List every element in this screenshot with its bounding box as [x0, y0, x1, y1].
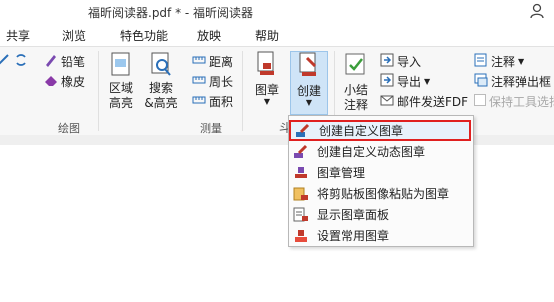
- perimeter-icon: [192, 73, 206, 90]
- search-highlight-button[interactable]: 搜索 &高亮: [142, 51, 180, 111]
- eraser-button[interactable]: 橡皮: [44, 73, 85, 90]
- create-stamp-label: 创建: [296, 84, 321, 98]
- area-highlight-line1: 区域: [108, 81, 133, 95]
- tab-browse[interactable]: 浏览: [62, 27, 86, 44]
- distance-button[interactable]: 距离: [192, 53, 233, 70]
- import-button[interactable]: 导入: [380, 53, 421, 70]
- summary-line1: 小结: [343, 83, 368, 97]
- stamp-pen-icon: [295, 123, 311, 139]
- draw-group-label: 绘图: [58, 122, 80, 135]
- create-stamp-icon: [291, 52, 327, 84]
- menu-item-label: 将剪贴板图像粘贴为图章: [317, 187, 450, 201]
- export-dropdown-arrow-icon: ▼: [424, 77, 431, 86]
- menu-bar: 共享 浏览 特色功能 放映 帮助: [0, 24, 554, 46]
- summary-annotation-button[interactable]: 小结 注释: [338, 51, 374, 113]
- distance-label: 距离: [209, 55, 234, 69]
- search-highlight-line2: &高亮: [144, 96, 178, 110]
- menu-item-show-stamp-panel[interactable]: 显示图章面板: [289, 204, 473, 225]
- menu-item-label: 创建自定义图章: [319, 124, 404, 138]
- stamp-icon: [250, 51, 284, 83]
- export-button[interactable]: 导出 ▼: [380, 73, 430, 90]
- tab-share[interactable]: 共享: [6, 27, 30, 44]
- area-highlight-button[interactable]: 区域 高亮: [104, 51, 138, 111]
- separator: [242, 51, 243, 131]
- email-icon: [380, 93, 394, 110]
- pencil-icon: [44, 53, 58, 70]
- perimeter-label: 周长: [209, 75, 234, 89]
- tab-slideshow[interactable]: 放映: [197, 27, 221, 44]
- clipboard-stamp-icon: [293, 186, 309, 202]
- stamp-dropdown-arrow-icon: ▼: [263, 97, 271, 106]
- keep-tool-checkbox[interactable]: 保持工具选择: [474, 93, 554, 110]
- partial-tool-icon[interactable]: [0, 53, 10, 70]
- menu-item-set-favorite-stamps[interactable]: 设置常用图章: [289, 225, 473, 246]
- measure-group-label: 测量: [200, 122, 222, 135]
- create-stamp-button[interactable]: 创建 ▼: [290, 51, 328, 115]
- create-stamp-dropdown: 创建自定义图章 创建自定义动态图章 图章管理 将剪贴板图像粘贴为图章 显示图章面…: [288, 115, 474, 247]
- title-bar: 福昕阅读器.pdf * - 福昕阅读器: [0, 0, 554, 24]
- search-highlight-line1: 搜索: [148, 81, 173, 95]
- annotation-popup-button[interactable]: 注释弹出框: [474, 73, 551, 90]
- email-fdf-button[interactable]: 邮件发送FDF: [380, 93, 468, 110]
- favorite-stamp-icon: [293, 228, 309, 244]
- summary-icon: [338, 51, 374, 83]
- eraser-icon: [44, 73, 58, 90]
- menu-item-create-dynamic-stamp[interactable]: 创建自定义动态图章: [289, 141, 473, 162]
- menu-item-paste-clipboard-stamp[interactable]: 将剪贴板图像粘贴为图章: [289, 183, 473, 204]
- area-icon: [192, 93, 206, 110]
- stamp-panel-icon: [293, 207, 309, 223]
- annotation-label: 注释: [491, 55, 516, 69]
- stamp-label: 图章: [254, 83, 279, 97]
- stamp-button[interactable]: 图章 ▼: [250, 51, 284, 106]
- tab-features[interactable]: 特色功能: [120, 27, 168, 44]
- tab-help[interactable]: 帮助: [255, 27, 279, 44]
- import-label: 导入: [397, 55, 422, 69]
- menu-item-label: 显示图章面板: [317, 208, 390, 222]
- menu-item-stamp-manager[interactable]: 图章管理: [289, 162, 473, 183]
- eraser-label: 橡皮: [61, 75, 86, 89]
- menu-item-label: 设置常用图章: [317, 229, 390, 243]
- checkbox-icon: [474, 94, 486, 109]
- separator: [98, 51, 99, 131]
- annotation-popup-icon: [474, 73, 488, 90]
- user-icon[interactable]: [530, 3, 544, 22]
- area-highlight-line2: 高亮: [108, 96, 133, 110]
- stamp-manage-icon: [293, 165, 309, 181]
- area-highlight-icon: [104, 51, 138, 81]
- menu-item-label: 图章管理: [317, 166, 366, 180]
- pencil-button[interactable]: 铅笔: [44, 53, 85, 70]
- export-label: 导出: [397, 75, 422, 89]
- menu-item-label: 创建自定义动态图章: [317, 145, 426, 159]
- import-icon: [380, 53, 394, 70]
- partial-sync-icon[interactable]: [14, 53, 28, 70]
- create-dropdown-arrow-icon: ▼: [305, 98, 313, 107]
- window-title: 福昕阅读器.pdf * - 福昕阅读器: [88, 6, 254, 20]
- annotation-button[interactable]: 注释 ▼: [474, 53, 524, 70]
- perimeter-button[interactable]: 周长: [192, 73, 233, 90]
- annotation-icon: [474, 53, 488, 70]
- distance-icon: [192, 53, 206, 70]
- menu-item-create-custom-stamp[interactable]: 创建自定义图章: [289, 120, 471, 141]
- area-label: 面积: [209, 95, 234, 109]
- export-icon: [380, 73, 394, 90]
- email-fdf-label: 邮件发送FDF: [397, 95, 469, 109]
- search-highlight-icon: [142, 51, 180, 81]
- area-button[interactable]: 面积: [192, 93, 233, 110]
- summary-line2: 注释: [343, 98, 368, 112]
- annotation-dropdown-arrow-icon: ▼: [518, 57, 525, 66]
- pencil-label: 铅笔: [61, 55, 86, 69]
- keep-tool-label: 保持工具选择: [489, 95, 554, 109]
- annotation-popup-label: 注释弹出框: [491, 75, 552, 89]
- dynamic-stamp-icon: [293, 144, 309, 160]
